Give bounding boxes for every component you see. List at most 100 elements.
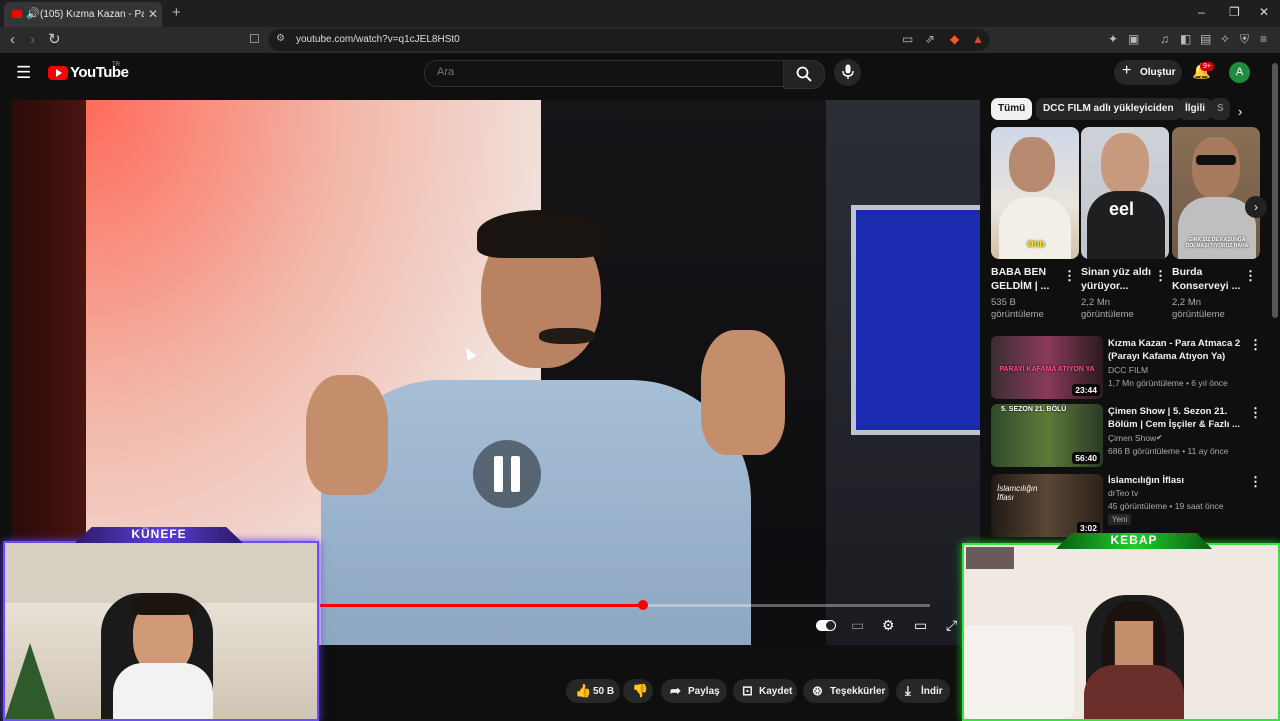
brave-rewards-icon[interactable]: ▲ <box>972 32 984 46</box>
chip-more[interactable]: S <box>1210 98 1230 120</box>
streamer-webcam-right <box>962 543 1280 721</box>
channel-name[interactable]: Çimen Show <box>1108 433 1156 443</box>
more-options-icon[interactable]: ⋮ <box>1249 474 1262 490</box>
subtitles-icon[interactable]: ▭ <box>851 617 864 634</box>
short-title[interactable]: Sinan yüz aldı yürüyor... <box>1081 265 1155 293</box>
chip-all[interactable]: Tümü <box>991 98 1033 120</box>
more-options-icon[interactable]: ⋮ <box>1154 268 1167 284</box>
url-text[interactable]: youtube.com/watch?v=q1cJEL8HSt0 <box>296 34 460 45</box>
youtube-logo-icon[interactable] <box>48 66 68 80</box>
cam2-mini-preview <box>966 547 1014 569</box>
close-tab-icon[interactable]: ✕ <box>148 7 158 21</box>
short-face <box>1192 137 1240 199</box>
chip-related[interactable]: İlgili <box>1178 98 1212 120</box>
browser-tab[interactable]: 🔊 (105) Kızma Kazan - Para Atma... ✕ <box>4 2 162 27</box>
like-button[interactable]: 👍 50 B <box>566 679 620 703</box>
bookmark-icon[interactable]: ☐ <box>249 32 260 46</box>
presenter-right-hand <box>701 330 785 455</box>
extensions-icon[interactable]: ✦ <box>1108 32 1118 46</box>
autoplay-toggle[interactable] <box>816 620 836 631</box>
cast-icon[interactable]: ▭ <box>902 32 913 46</box>
share-button[interactable]: ➦ Paylaş <box>661 679 727 703</box>
microphone-icon <box>841 64 854 79</box>
search-input[interactable] <box>435 65 769 79</box>
share-page-icon[interactable]: ⇗ <box>925 32 935 46</box>
brave-shield-icon[interactable]: ◆ <box>950 32 959 46</box>
theater-mode-icon[interactable]: ▭ <box>914 617 927 634</box>
browser-tab-bar <box>0 0 1280 27</box>
tabs-icon[interactable]: ▤ <box>1200 32 1211 46</box>
vpn-icon[interactable]: ⛨ <box>1240 32 1249 47</box>
voice-search-button[interactable] <box>834 59 861 86</box>
new-tab-button[interactable]: + <box>172 4 181 21</box>
short-thumbnail[interactable]: GIRK ŞIZ DE KAŞUNĞA DOLMAŞI YİYORUZ HAHA <box>1172 127 1260 259</box>
forward-button[interactable]: › <box>30 31 35 48</box>
leo-ai-icon[interactable]: ✧ <box>1220 32 1230 46</box>
scrollbar-thumb[interactable] <box>1272 63 1278 318</box>
download-button[interactable]: ⤓ İndir <box>896 679 950 703</box>
super-thanks-icon: ⊛ <box>812 683 823 698</box>
video-thumbnail[interactable]: İslamcılığın İflası 3:02 <box>991 474 1103 537</box>
short-title[interactable]: Burda Konserveyi ... <box>1172 265 1246 293</box>
channel-name[interactable]: DCC FILM <box>1108 365 1148 375</box>
search-box[interactable] <box>424 60 784 87</box>
streamer-shirt <box>113 663 213 719</box>
shorts-next-chevron-icon[interactable]: › <box>1245 196 1267 218</box>
account-avatar[interactable]: A <box>1229 62 1250 83</box>
chips-next-chevron-icon[interactable]: › <box>1238 104 1242 119</box>
pause-icon <box>494 456 503 492</box>
create-button[interactable]: + Oluştur <box>1114 60 1182 85</box>
wallet-icon[interactable]: ▣ <box>1128 32 1139 46</box>
logo-region: TR <box>112 62 120 68</box>
speaker-icon[interactable]: 🔊 <box>26 7 40 20</box>
close-window-button[interactable]: ✕ <box>1259 5 1269 19</box>
fullscreen-icon[interactable]: ⤢ <box>946 617 957 634</box>
progress-bar[interactable] <box>320 600 930 610</box>
short-overlay-text: GIRK ŞIZ DE KAŞUNĞA DOLMAŞI YİYORUZ HAHA <box>1185 237 1249 249</box>
cam2-label: KEBAP <box>1110 533 1158 547</box>
thumb-overlay-text: 5. SEZON 21. BÖLÜ <box>1001 406 1067 413</box>
short-overlay-text: eel <box>1109 199 1135 219</box>
short-thumbnail[interactable]: Ohh <box>991 127 1079 259</box>
minimize-button[interactable]: – <box>1198 5 1205 19</box>
video-title[interactable]: Kızma Kazan - Para Atmaca 2 (Parayı Kafa… <box>1108 337 1246 363</box>
create-label: Oluştur <box>1140 67 1176 78</box>
cam1-label: KÜNEFE <box>131 527 187 541</box>
short-thumbnail[interactable]: eel <box>1081 127 1169 259</box>
filter-chips: Tümü DCC FILM adlı yükleyiciden İlgili S <box>990 98 1250 122</box>
video-thumbnail[interactable]: 5. SEZON 21. BÖLÜ 56:40 <box>991 404 1103 467</box>
video-title[interactable]: İslamcılığın İflası <box>1108 474 1246 487</box>
share-label: Paylaş <box>688 686 720 697</box>
maximize-button[interactable]: ❐ <box>1229 5 1240 19</box>
settings-gear-icon[interactable]: ⚙ <box>882 617 895 634</box>
bookmark-save-icon: ⊡ <box>742 683 753 698</box>
more-options-icon[interactable]: ⋮ <box>1063 268 1076 284</box>
media-icon[interactable]: ♫ <box>1160 32 1169 46</box>
more-options-icon[interactable]: ⋮ <box>1249 337 1262 353</box>
thumbs-down-icon: 👎 <box>632 683 649 698</box>
video-thumbnail[interactable]: PARAYI KAFAMA ATIYON YA 23:44 <box>991 336 1103 399</box>
presenter-hair <box>477 210 605 258</box>
video-meta: 45 görüntüleme • 19 saat önce <box>1108 501 1224 511</box>
cam2-sofa <box>964 625 1074 719</box>
channel-name[interactable]: drTeo tv <box>1108 488 1138 498</box>
chip-uploader[interactable]: DCC FILM adlı yükleyiciden <box>1036 98 1181 120</box>
more-options-icon[interactable]: ⋮ <box>1244 268 1257 284</box>
short-title[interactable]: BABA BEN GELDİM | ... <box>991 265 1065 293</box>
sidebar-toggle-icon[interactable]: ◧ <box>1180 32 1191 46</box>
site-info-icon[interactable]: ⚙ <box>276 33 285 44</box>
dislike-button[interactable]: 👎 <box>623 679 653 703</box>
save-button[interactable]: ⊡ Kaydet <box>733 679 797 703</box>
video-title[interactable]: Çimen Show | 5. Sezon 21. Bölüm | Cem İş… <box>1108 405 1246 431</box>
back-button[interactable]: ‹ <box>10 31 15 48</box>
tab-title: (105) Kızma Kazan - Para Atma... <box>40 9 144 20</box>
search-button[interactable] <box>783 60 825 89</box>
presenter-mustache <box>539 328 595 344</box>
browser-menu-icon[interactable]: ≡ <box>1260 32 1267 46</box>
reload-button[interactable]: ↻ <box>48 30 61 48</box>
more-options-icon[interactable]: ⋮ <box>1249 405 1262 421</box>
new-badge: Yeni <box>1108 514 1132 525</box>
hamburger-menu-icon[interactable]: ☰ <box>16 63 31 83</box>
pause-button[interactable] <box>473 440 541 508</box>
thanks-button[interactable]: ⊛ Teşekkürler <box>803 679 889 703</box>
